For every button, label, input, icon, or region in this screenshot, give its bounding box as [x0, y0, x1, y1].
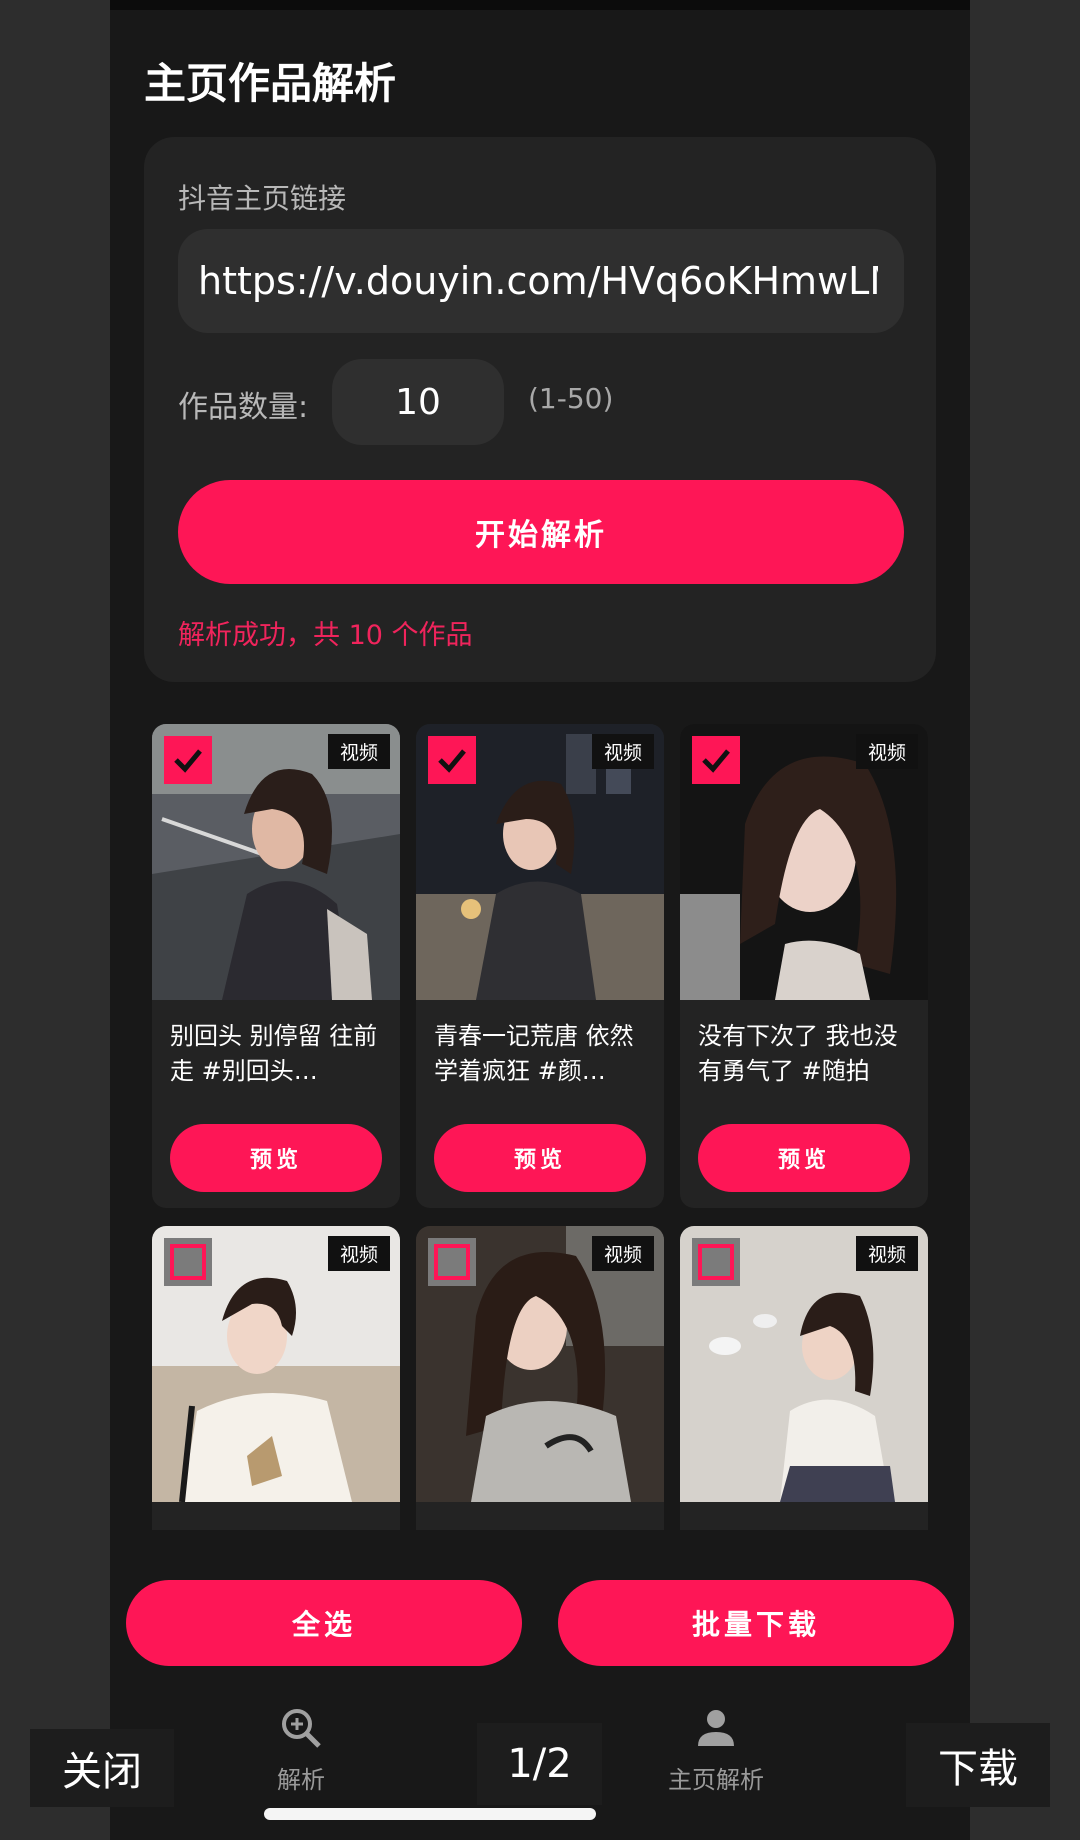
- url-label: 抖音主页链接: [178, 182, 347, 215]
- checkbox-inner: [170, 1244, 206, 1280]
- checkbox-inner: [698, 1244, 734, 1280]
- works-grid: 视频 别回头 别停留 往前走 #别回头… 预览 视频 青春一记荒唐 依然学着疯狂…: [110, 724, 970, 1530]
- video-badge: 视频: [591, 1236, 654, 1271]
- work-caption: [434, 1521, 650, 1530]
- status-bar: [110, 0, 970, 10]
- url-input[interactable]: [198, 229, 878, 333]
- checkmark-icon: [438, 749, 466, 773]
- page-indicator: 1/2: [477, 1723, 602, 1805]
- work-card: 视频: [680, 1226, 928, 1530]
- home-indicator[interactable]: [264, 1808, 596, 1820]
- count-range-hint: (1-50): [528, 382, 614, 415]
- work-thumbnail[interactable]: 视频: [416, 1226, 664, 1502]
- work-card: 视频: [416, 1226, 664, 1530]
- person-icon: [698, 1710, 734, 1746]
- nav-parse-label: 解析: [277, 1766, 325, 1794]
- left-backdrop: [0, 0, 110, 1840]
- batch-download-button[interactable]: 批量下载: [558, 1580, 954, 1666]
- right-backdrop: [970, 0, 1080, 1840]
- work-card: 视频 别回头 别停留 往前走 #别回头… 预览: [152, 724, 400, 1208]
- work-caption: [698, 1521, 914, 1530]
- count-field-wrapper: [332, 359, 504, 445]
- count-input[interactable]: [332, 359, 504, 445]
- page-title: 主页作品解析: [144, 59, 397, 108]
- work-caption: 别回头 别停留 往前走 #别回头…: [170, 1022, 378, 1085]
- preview-button[interactable]: 预览: [698, 1124, 910, 1192]
- card-checkbox[interactable]: [692, 736, 740, 784]
- nav-home-parse-label: 主页解析: [668, 1766, 764, 1794]
- work-card: 视频 青春一记荒唐 依然学着疯狂 #颜… 预览: [416, 724, 664, 1208]
- nav-home-parse[interactable]: 主页解析: [668, 1706, 764, 1795]
- work-caption: [170, 1521, 386, 1530]
- work-thumbnail[interactable]: 视频: [152, 724, 400, 1000]
- download-button[interactable]: 下载: [906, 1723, 1050, 1807]
- count-label: 作品数量:: [178, 390, 309, 425]
- work-thumbnail[interactable]: 视频: [680, 724, 928, 1000]
- card-checkbox[interactable]: [692, 1238, 740, 1286]
- video-badge: 视频: [327, 734, 390, 769]
- work-thumbnail[interactable]: 视频: [416, 724, 664, 1000]
- preview-button[interactable]: 预览: [170, 1124, 382, 1192]
- card-checkbox[interactable]: [164, 1238, 212, 1286]
- work-card: 视频: [152, 1226, 400, 1530]
- video-badge: 视频: [591, 734, 654, 769]
- card-checkbox[interactable]: [164, 736, 212, 784]
- work-caption: 没有下次了 我也没有勇气了 #随拍: [698, 1022, 898, 1085]
- card-checkbox[interactable]: [428, 736, 476, 784]
- video-badge: 视频: [327, 1236, 390, 1271]
- parse-form-panel: 抖音主页链接 作品数量: (1-50) 开始解析 解析成功，共 10 个作品: [144, 137, 936, 682]
- status-message: 解析成功，共 10 个作品: [178, 620, 473, 651]
- checkmark-icon: [702, 749, 730, 773]
- checkbox-inner: [434, 1244, 470, 1280]
- zoom-in-icon: [282, 1709, 321, 1748]
- work-thumbnail[interactable]: 视频: [152, 1226, 400, 1502]
- close-button[interactable]: 关闭: [30, 1729, 174, 1807]
- select-all-button[interactable]: 全选: [126, 1580, 522, 1666]
- start-parse-button[interactable]: 开始解析: [178, 480, 904, 584]
- video-badge: 视频: [855, 1236, 918, 1271]
- preview-button[interactable]: 预览: [434, 1124, 646, 1192]
- nav-parse[interactable]: 解析: [277, 1706, 325, 1795]
- video-badge: 视频: [855, 734, 918, 769]
- checkmark-icon: [174, 749, 202, 773]
- url-field-wrapper: [178, 229, 904, 333]
- app-window: 主页作品解析 抖音主页链接 作品数量: (1-50) 开始解析 解析成功，共 1…: [110, 0, 970, 1840]
- card-checkbox[interactable]: [428, 1238, 476, 1286]
- work-caption: 青春一记荒唐 依然学着疯狂 #颜…: [434, 1022, 634, 1085]
- work-card: 视频 没有下次了 我也没有勇气了 #随拍 预览: [680, 724, 928, 1208]
- work-thumbnail[interactable]: 视频: [680, 1226, 928, 1502]
